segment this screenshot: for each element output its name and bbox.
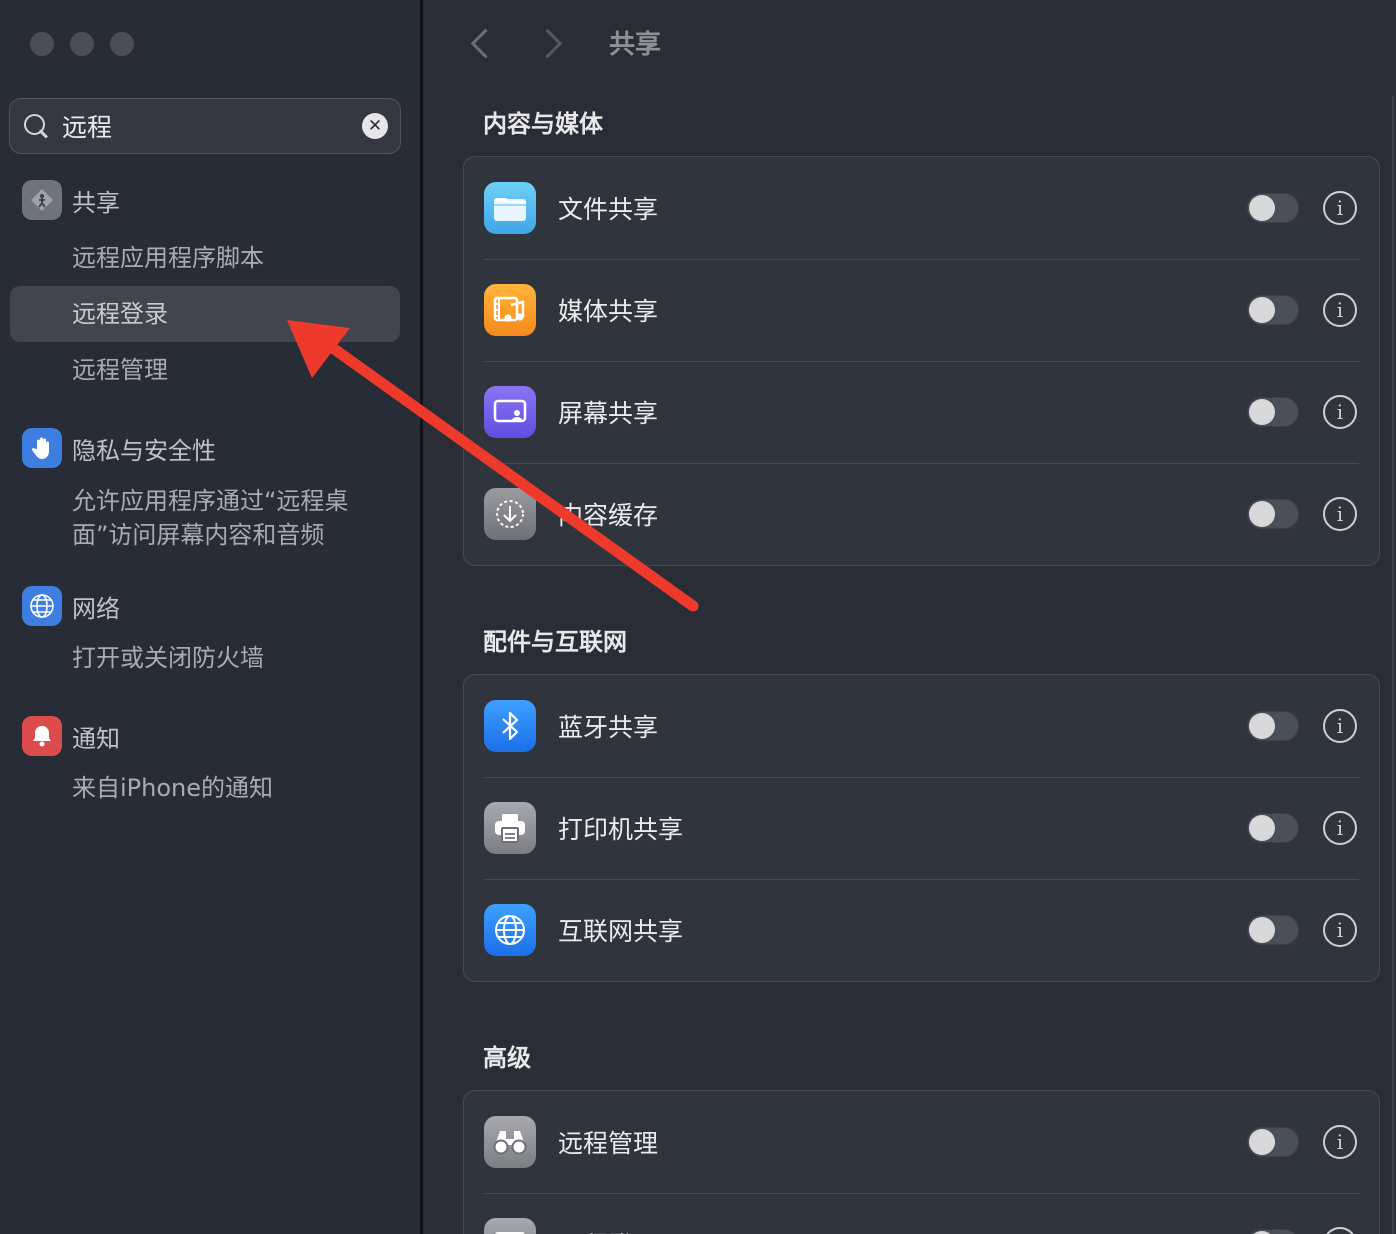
- sidebar: 远程 ✕ 共享 远程应用程序脚本 远程登录 远程管理 隐私与安全性 允许应用程序…: [0, 0, 420, 1234]
- search-field[interactable]: 远程 ✕: [9, 98, 401, 154]
- toolbar: 共享: [463, 22, 661, 62]
- binoculars-icon: [484, 1116, 536, 1168]
- row-bluetooth-sharing: 蓝牙共享 i: [464, 675, 1379, 777]
- scrollbar[interactable]: [1392, 96, 1394, 1234]
- internet-sharing-toggle[interactable]: [1247, 915, 1299, 945]
- settings-window: 远程 ✕ 共享 远程应用程序脚本 远程登录 远程管理 隐私与安全性 允许应用程序…: [0, 0, 1396, 1234]
- row-label: 内容缓存: [558, 501, 659, 530]
- info-icon[interactable]: i: [1323, 497, 1357, 531]
- folder-icon: [484, 182, 536, 234]
- info-icon[interactable]: i: [1323, 293, 1357, 327]
- back-button[interactable]: [463, 22, 503, 62]
- section-card-accessories-internet: 蓝牙共享 i 打印机共享 i 互联网共享 i: [463, 674, 1380, 982]
- section-title: 高级: [483, 1044, 531, 1072]
- row-label: 打印机共享: [558, 815, 684, 844]
- section-card-advanced: 远程管理 i 远程登录 i: [463, 1090, 1380, 1234]
- main-pane: 共享 内容与媒体 文件共享 i 媒体共享 i 屏幕共享 i 内容缓存 i 配件与…: [423, 0, 1396, 1234]
- sidebar-group-label: 共享: [72, 188, 120, 217]
- section-card-content-media: 文件共享 i 媒体共享 i 屏幕共享 i 内容缓存 i: [463, 156, 1380, 566]
- row-label: 文件共享: [558, 195, 659, 224]
- download-icon: [484, 488, 536, 540]
- content-caching-toggle[interactable]: [1247, 499, 1299, 529]
- globe-icon: [484, 904, 536, 956]
- remote-management-toggle[interactable]: [1247, 1127, 1299, 1157]
- info-icon[interactable]: i: [1323, 395, 1357, 429]
- row-label: 蓝牙共享: [558, 713, 659, 742]
- row-printer-sharing: 打印机共享 i: [464, 777, 1379, 879]
- sidebar-group-privacy[interactable]: 隐私与安全性: [0, 424, 420, 472]
- bluetooth-icon: [484, 700, 536, 752]
- sidebar-item-remote-management[interactable]: 远程管理: [0, 342, 420, 398]
- remote-login-toggle[interactable]: [1247, 1229, 1299, 1234]
- sidebar-item-remote-login[interactable]: 远程登录: [10, 286, 400, 342]
- search-icon: [22, 112, 50, 140]
- clear-search-icon[interactable]: ✕: [362, 113, 388, 139]
- page-title: 共享: [609, 29, 662, 60]
- printer-sharing-toggle[interactable]: [1247, 813, 1299, 843]
- sidebar-item-remote-apple-events[interactable]: 远程应用程序脚本: [0, 230, 420, 286]
- sidebar-item-iphone-notifications[interactable]: 来自iPhone的通知: [0, 760, 420, 816]
- row-content-caching: 内容缓存 i: [464, 463, 1379, 565]
- row-label: 远程登录: [558, 1226, 1247, 1234]
- window-controls: [30, 32, 134, 56]
- close-window-button[interactable]: [30, 32, 54, 56]
- bell-icon: [22, 716, 62, 756]
- minimize-window-button[interactable]: [70, 32, 94, 56]
- zoom-window-button[interactable]: [110, 32, 134, 56]
- screen-share-icon: [484, 386, 536, 438]
- sharing-icon: [22, 180, 62, 220]
- row-label: 媒体共享: [558, 297, 659, 326]
- row-remote-management: 远程管理 i: [464, 1091, 1379, 1193]
- media-icon: [484, 284, 536, 336]
- sidebar-results: 共享 远程应用程序脚本 远程登录 远程管理 隐私与安全性 允许应用程序通过“远程…: [0, 176, 420, 816]
- info-icon[interactable]: i: [1323, 191, 1357, 225]
- sidebar-item-remote-desktop-access[interactable]: 允许应用程序通过“远程桌面”访问屏幕内容和音频: [0, 472, 420, 562]
- sidebar-group-label: 网络: [72, 594, 120, 623]
- bluetooth-sharing-toggle[interactable]: [1247, 711, 1299, 741]
- info-icon[interactable]: i: [1323, 811, 1357, 845]
- row-label: 远程管理: [558, 1129, 659, 1158]
- row-label: 互联网共享: [558, 917, 684, 946]
- sidebar-group-sharing[interactable]: 共享: [0, 176, 420, 224]
- sidebar-item-firewall[interactable]: 打开或关闭防火墙: [0, 630, 420, 686]
- forward-button[interactable]: [533, 22, 573, 62]
- section-title: 内容与媒体: [483, 110, 603, 138]
- info-icon[interactable]: i: [1323, 1227, 1357, 1234]
- sidebar-group-label: 通知: [72, 724, 120, 753]
- row-internet-sharing: 互联网共享 i: [464, 879, 1379, 981]
- row-label: 屏幕共享: [558, 399, 659, 428]
- media-sharing-toggle[interactable]: [1247, 295, 1299, 325]
- terminal-icon: [484, 1218, 536, 1234]
- globe-icon: [22, 586, 62, 626]
- row-remote-login: 远程登录 i: [464, 1193, 1379, 1234]
- row-file-sharing: 文件共享 i: [464, 157, 1379, 259]
- info-icon[interactable]: i: [1323, 709, 1357, 743]
- hand-icon: [22, 428, 62, 468]
- sidebar-group-notifications[interactable]: 通知: [0, 712, 420, 760]
- info-icon[interactable]: i: [1323, 1125, 1357, 1159]
- sidebar-group-network[interactable]: 网络: [0, 582, 420, 630]
- screen-sharing-toggle[interactable]: [1247, 397, 1299, 427]
- printer-icon: [484, 802, 536, 854]
- sidebar-group-label: 隐私与安全性: [72, 436, 216, 465]
- section-title: 配件与互联网: [483, 628, 627, 656]
- row-screen-sharing: 屏幕共享 i: [464, 361, 1379, 463]
- info-icon[interactable]: i: [1323, 913, 1357, 947]
- row-media-sharing: 媒体共享 i: [464, 259, 1379, 361]
- file-sharing-toggle[interactable]: [1247, 193, 1299, 223]
- search-input[interactable]: 远程: [62, 108, 362, 144]
